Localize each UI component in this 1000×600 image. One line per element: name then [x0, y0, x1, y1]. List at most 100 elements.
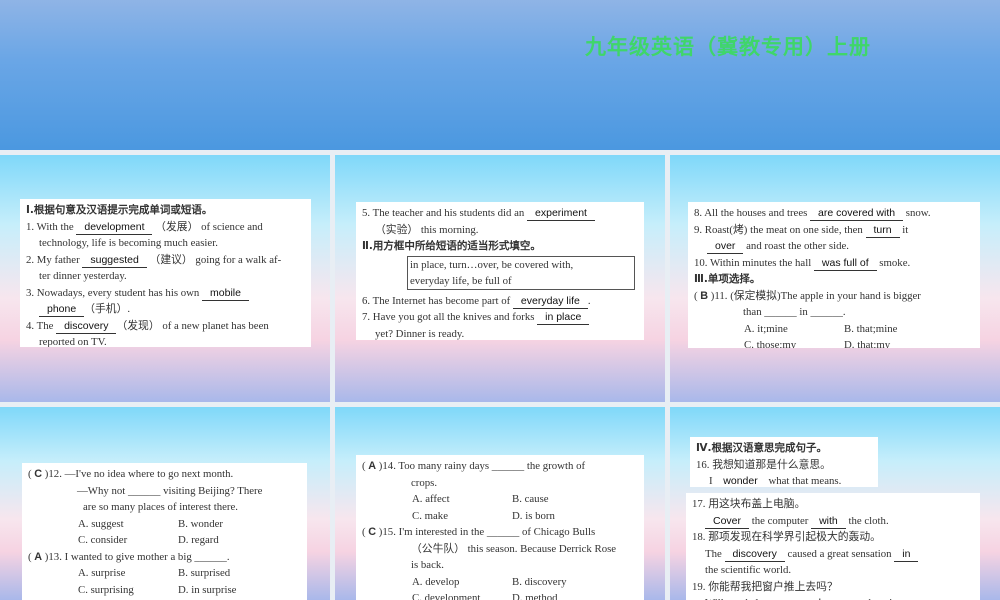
question-line: yet? Dinner is ready. [362, 326, 638, 341]
question-line: C. those;my D. that;my [694, 337, 974, 348]
question-line: A. surprise B. surprised [28, 565, 301, 582]
choice-answer: A [34, 550, 43, 563]
question-line: —Why not ______ visiting Beijing? There [28, 483, 301, 500]
question-line: 1. With the development （发展） of science … [26, 219, 305, 236]
question-text: and roast the other side. [743, 240, 849, 252]
question-text: 16. 我想知道那是什么意思。 [696, 458, 831, 471]
question-text: 6. The Internet has become part of [362, 294, 513, 307]
answer-option: B. surprised [178, 567, 231, 579]
question-text: what that means. [765, 475, 842, 487]
choice-answer: A [368, 460, 377, 472]
answer-option: C. those;my [744, 339, 797, 348]
exercise-card: 5. The teacher and his students did an e… [356, 202, 644, 340]
slide-panel-3[interactable]: 8. All the houses and trees are covered … [670, 155, 1000, 402]
answer-option: D. method [512, 592, 558, 600]
question-line: 5. The teacher and his students did an e… [362, 205, 638, 222]
question-text: Ⅲ.单项选择。 [694, 273, 761, 285]
filled-answer: mobile [202, 287, 249, 301]
filled-answer: in [894, 548, 919, 562]
question-text: Ⅱ.用方框中所给短语的适当形式填空。 [362, 240, 541, 252]
question-line: than ______ in ______. [694, 304, 974, 321]
question-line: ( B )11. (保定模拟)The apple in your hand is… [694, 289, 921, 302]
answer-option: A. develop [412, 575, 460, 588]
slide-panel-5[interactable]: ( A )14. Too many rainy days ______ the … [335, 407, 665, 600]
question-text: 18. 那项发现在科学界引起极大的轰动。 [692, 531, 881, 543]
question-line: 2. My father suggested （建议） going for a … [26, 252, 305, 269]
question-text: the scientific world. [705, 564, 792, 576]
question-text: 5. The teacher and his students did an [362, 207, 528, 219]
filled-answer: suggested [82, 254, 147, 268]
section-heading: Ⅳ.根据汉语意思完成句子。 [696, 440, 872, 457]
question-text: Ⅳ.根据汉语意思完成句子。 [696, 442, 828, 454]
question-text: snow. [903, 207, 931, 219]
question-line: A. suggest B. wonder [28, 516, 301, 533]
question-line: ( C )15. I'm interested in the ______ of… [362, 526, 596, 538]
slide-panel-2[interactable]: 5. The teacher and his students did an e… [335, 155, 665, 402]
filled-answer: discovery [724, 548, 785, 562]
answer-option: D. in surprise [178, 583, 237, 596]
question-line: 4. The discovery （发现） of a new planet has… [26, 318, 305, 335]
slide-panel-6[interactable]: Ⅳ.根据汉语意思完成句子。 16. 我想知道那是什么意思。 I wonder wha… [670, 407, 1000, 600]
answer-option: B. wonder [178, 517, 223, 530]
question-line: over and roast the other side. [694, 238, 974, 255]
filled-answer: phone [39, 303, 85, 317]
question-line: are so many places of interest there. [28, 499, 301, 516]
question-text: technology, life is becoming much easier… [39, 237, 218, 249]
question-line: C. make D. is born [362, 508, 638, 525]
question-text: is back. [411, 559, 444, 571]
question-text: caused a great sensation [784, 547, 895, 560]
question-text: The [705, 547, 725, 560]
question-text: （发展） of science and [152, 220, 263, 233]
filled-answer: wonder [715, 475, 765, 487]
question-line: 9. Roast(烤) the meat on one side, then t… [694, 222, 974, 239]
exercise-card: Ⅳ.根据汉语意思完成句子。 16. 我想知道那是什么意思。 I wonder wha… [690, 437, 878, 487]
question-line: The discovery caused a great sensation i… [692, 546, 974, 563]
exercise-card: 17. 用这块布盖上电脑。 Cover the computer with the… [686, 493, 980, 600]
answer-option: C. surprising [78, 583, 134, 596]
answer-option: B. cause [512, 493, 549, 505]
question-text: Ⅰ.根据句意及汉语提示完成单词或短语。 [26, 204, 213, 216]
question-text: yet? Dinner is ready. [375, 327, 465, 340]
answer-option: D. is born [512, 509, 555, 522]
question-line: Cover the computer with the cloth. [692, 513, 974, 530]
choice-answer: B [700, 289, 709, 302]
question-line: phone （手机）. [26, 301, 305, 318]
question-text: 14. Too many rainy days ______ the growt… [382, 460, 586, 472]
question-line: 6. The Internet has become part of every… [362, 293, 638, 310]
question-line: 10. Within minutes the hall was full of … [694, 255, 974, 272]
question-text: 1. With the [26, 220, 77, 233]
question-text: 9. Roast(烤) the meat on one side, then [694, 223, 866, 236]
question-text: 19. 你能帮我把窗户推上去吗？ [692, 580, 838, 593]
question-line: C. development D. method [362, 590, 638, 600]
slide-panel-1[interactable]: Ⅰ.根据句意及汉语提示完成单词或短语。 1. With the developme… [0, 155, 330, 402]
question-line: （实验） this morning. [362, 222, 638, 239]
question-text: （实验） this morning. [375, 223, 479, 236]
filled-answer: was full of [813, 257, 877, 271]
question-line: technology, life is becoming much easier… [26, 235, 305, 252]
phrase-box-line: in place, turn…over, be covered with, [410, 258, 574, 271]
question-text: （建议） going for a walk af- [146, 253, 282, 266]
question-text: crops. [411, 476, 438, 489]
question-line: 3. Nowadays, every student has his own m… [26, 285, 305, 302]
filled-answer: with [811, 515, 846, 529]
slide-panel-4[interactable]: ( C )12. —I've no idea where to go next … [0, 407, 330, 600]
exercise-card: 8. All the houses and trees are covered … [688, 202, 980, 348]
question-text: it [899, 223, 909, 236]
question-text: than ______ in ______. [743, 306, 846, 318]
question-text: ter dinner yesterday. [39, 270, 127, 282]
filled-answer: are covered with [810, 207, 904, 221]
phrase-box-line: everyday life, be full of [410, 274, 512, 287]
section-heading: Ⅲ.单项选择。 [694, 271, 974, 288]
page-title: 九年级英语（冀教专用）上册 [585, 35, 871, 59]
question-text: 15. I'm interested in the ______ of Chic… [382, 526, 596, 538]
question-line: 19. 你能帮我把窗户推上去吗？ [692, 579, 974, 596]
section-heading: Ⅰ.根据句意及汉语提示完成单词或短语。 [26, 202, 305, 219]
question-text: 2. My father [26, 253, 83, 266]
question-line: the scientific world. [692, 562, 974, 579]
question-text: 12. —I've no idea where to go next month… [48, 468, 234, 480]
filled-answer: turn [865, 224, 900, 238]
question-text: reported on TV. [39, 336, 107, 347]
answer-option: B. discovery [512, 575, 567, 588]
exercise-card: ( C )12. —I've no idea where to go next … [22, 463, 307, 600]
choice-answer: C [368, 526, 377, 538]
